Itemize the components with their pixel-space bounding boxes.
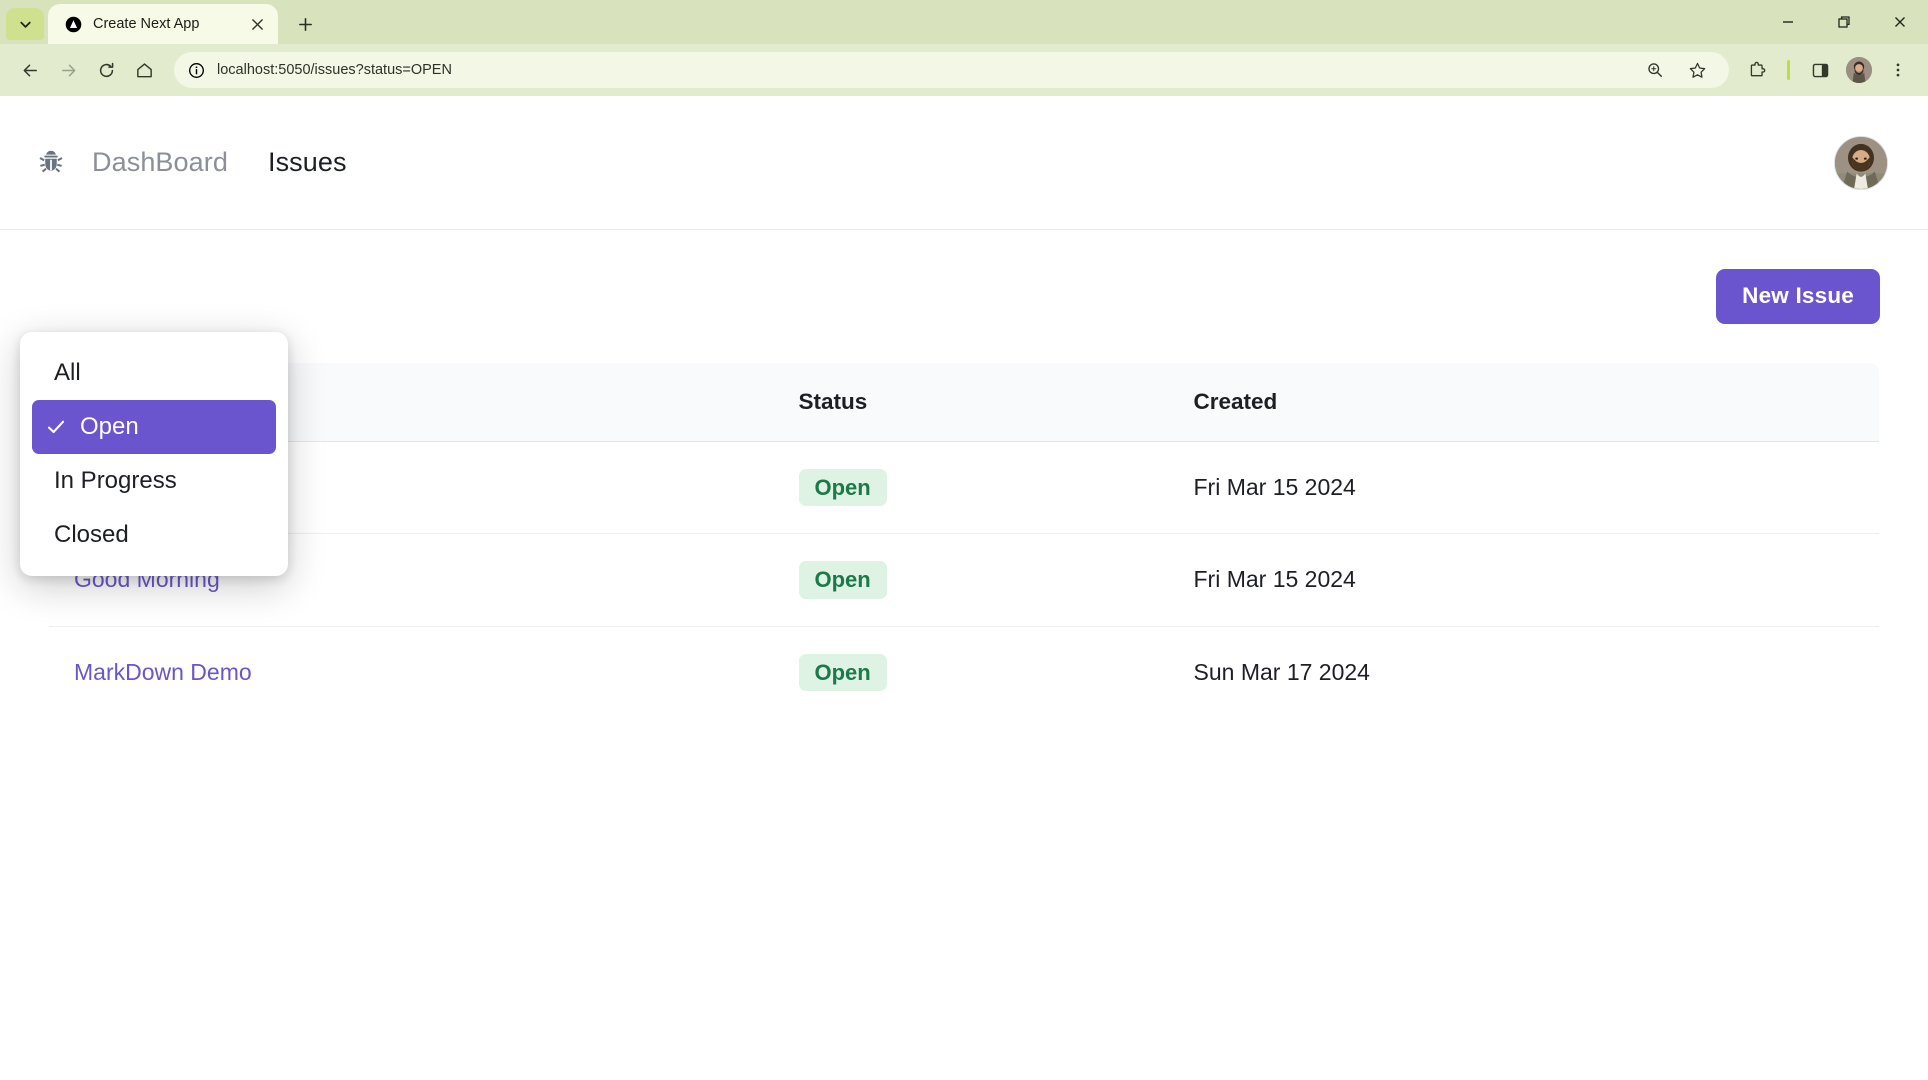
issues-action-row: New Issue <box>48 230 1880 362</box>
new-tab-button[interactable] <box>288 7 322 41</box>
minimize-icon <box>1783 21 1793 23</box>
column-header-created[interactable]: Created <box>1193 362 1879 442</box>
issues-table: Issue Status Created First Issue Open Fr… <box>48 362 1880 719</box>
status-option-label: Open <box>80 413 139 440</box>
reload-button[interactable] <box>88 52 124 88</box>
back-button[interactable] <box>12 52 48 88</box>
tab-title: Create Next App <box>93 16 200 32</box>
check-icon <box>32 416 80 438</box>
issue-status-cell: Open <box>798 626 1194 718</box>
home-icon <box>136 62 152 77</box>
issues-table-head: Issue Status Created <box>49 362 1879 442</box>
reload-icon <box>99 62 113 77</box>
arrow-left-icon <box>23 64 37 76</box>
status-option-in-progress[interactable]: In Progress <box>32 454 276 508</box>
issue-status-cell: Open <box>798 533 1194 627</box>
status-option-open[interactable]: Open <box>32 400 276 454</box>
info-circle-icon[interactable] <box>188 62 205 79</box>
browser-window: Create Next App localhost:5050/issues?st… <box>0 0 1928 1080</box>
zoom-search-icon[interactable] <box>1637 52 1673 88</box>
forward-button[interactable] <box>50 52 86 88</box>
browser-toolbar: localhost:5050/issues?status=OPEN <box>0 44 1928 96</box>
status-badge: Open <box>798 653 887 691</box>
nav-link-dashboard[interactable]: DashBoard <box>92 147 228 178</box>
nextjs-triangle-icon <box>64 15 82 33</box>
maximize-restore-icon <box>1838 16 1850 28</box>
window-close-button[interactable] <box>1872 0 1928 44</box>
status-badge: Open <box>798 469 887 507</box>
column-header-status[interactable]: Status <box>798 362 1194 442</box>
status-option-label: In Progress <box>54 467 177 494</box>
status-badge: Open <box>798 561 887 599</box>
plus-icon <box>298 17 312 31</box>
status-option-all[interactable]: All <box>32 346 276 400</box>
address-bar[interactable]: localhost:5050/issues?status=OPEN <box>174 52 1729 88</box>
three-dot-menu-icon[interactable] <box>1880 52 1916 88</box>
issue-created-cell: Sun Mar 17 2024 <box>1193 658 1370 685</box>
new-issue-button[interactable]: New Issue <box>1716 268 1880 324</box>
tab-strip: Create Next App <box>0 0 1928 44</box>
bug-icon[interactable] <box>34 146 68 180</box>
nav-links: DashBoard Issues <box>92 147 347 178</box>
issues-page-content: New Issue Issue Status Created First Iss… <box>0 230 1928 719</box>
table-row[interactable]: Good Morning Open Fri Mar 15 2024 <box>49 533 1879 627</box>
status-option-label: Closed <box>54 521 129 548</box>
tab-search-button[interactable] <box>6 8 44 40</box>
profile-avatar-icon[interactable] <box>1846 57 1872 83</box>
issue-status-cell: Open <box>798 441 1194 535</box>
toolbar-right-actions <box>1739 52 1916 88</box>
minimize-button[interactable] <box>1760 0 1816 44</box>
url-text: localhost:5050/issues?status=OPEN <box>217 62 452 78</box>
status-option-closed[interactable]: Closed <box>32 508 276 562</box>
status-option-label: All <box>54 359 81 386</box>
issue-link[interactable]: MarkDown Demo <box>74 659 252 685</box>
puzzle-piece-icon[interactable] <box>1739 52 1775 88</box>
home-button[interactable] <box>126 52 162 88</box>
status-filter-trigger[interactable] <box>48 272 308 320</box>
table-header-row: Issue Status Created <box>49 362 1879 442</box>
toolbar-divider <box>1787 60 1790 80</box>
status-filter-dropdown: All Open In Progress Closed <box>20 332 288 576</box>
issue-title-cell: MarkDown Demo <box>49 626 799 718</box>
browser-tab[interactable]: Create Next App <box>48 4 278 44</box>
close-icon[interactable] <box>246 13 268 35</box>
chevron-down-icon <box>19 21 31 28</box>
window-controls <box>1760 0 1928 44</box>
issue-created-cell: Fri Mar 15 2024 <box>1193 441 1879 535</box>
maximize-button[interactable] <box>1816 0 1872 44</box>
app-navbar: DashBoard Issues <box>0 96 1928 230</box>
table-row[interactable]: First Issue Open Fri Mar 15 2024 <box>49 441 1879 535</box>
side-panel-icon[interactable] <box>1802 52 1838 88</box>
issue-created-cell: Fri Mar 15 2024 <box>1193 533 1879 627</box>
window-close-icon <box>1895 17 1905 27</box>
star-icon[interactable] <box>1679 52 1715 88</box>
user-avatar[interactable] <box>1834 135 1888 190</box>
nav-link-issues[interactable]: Issues <box>268 147 347 178</box>
arrow-right-icon <box>61 64 75 76</box>
page-viewport: DashBoard Issues New Issue Status Create… <box>0 96 1928 1080</box>
issues-table-body: First Issue Open Fri Mar 15 2024 Good Mo… <box>49 441 1879 718</box>
table-row[interactable]: MarkDown Demo Open Sun Mar 17 2024 <box>49 626 1879 718</box>
omnibox-actions <box>1637 52 1715 88</box>
